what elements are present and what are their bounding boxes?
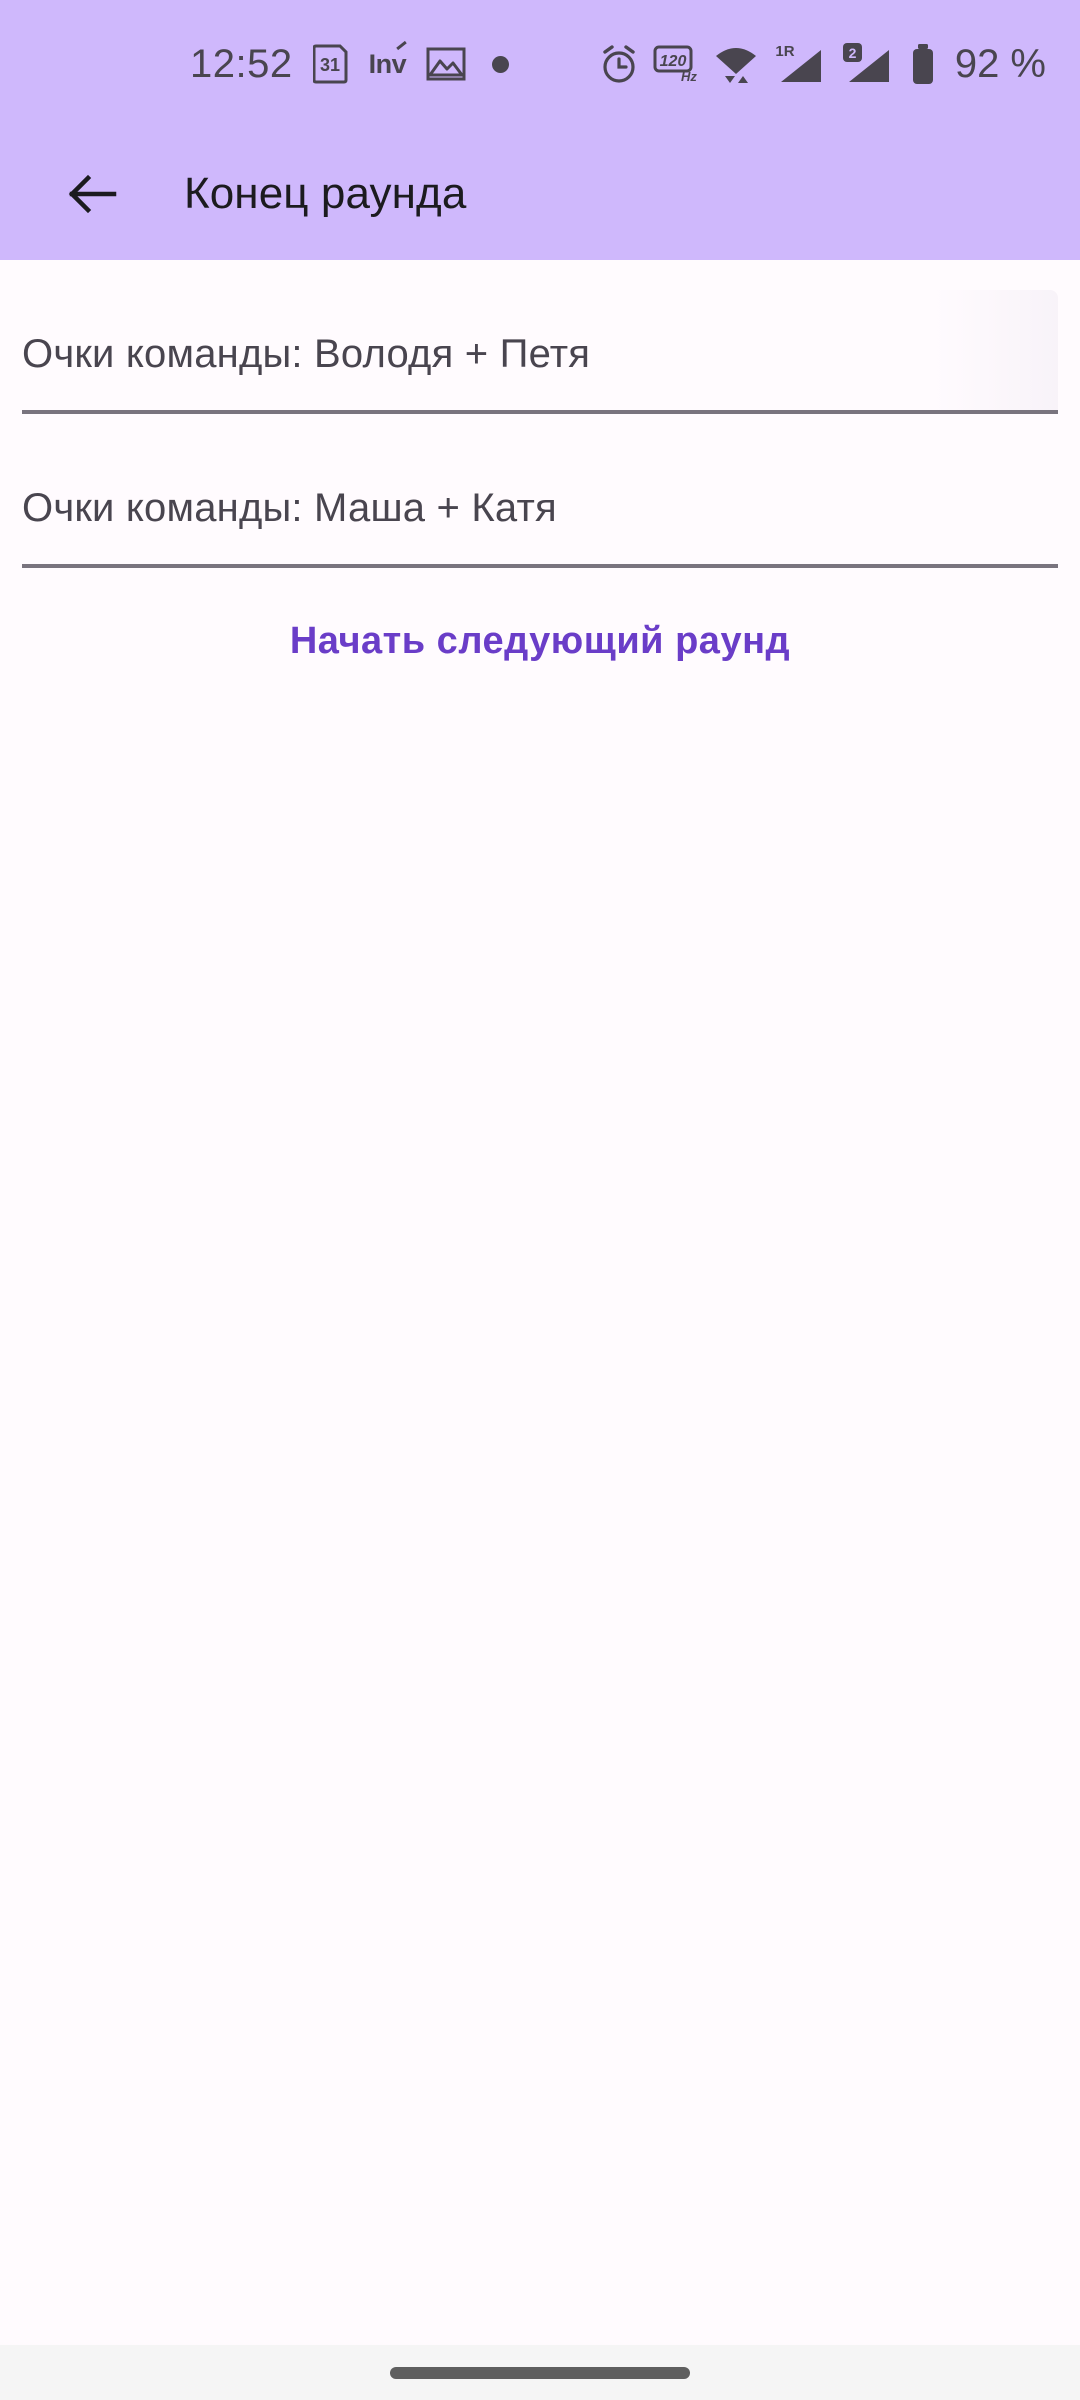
- status-bar-left: 12:52 31 Inv: [30, 44, 515, 84]
- svg-text:1R: 1R: [775, 43, 794, 60]
- back-button[interactable]: [44, 146, 140, 242]
- gesture-home-pill[interactable]: [390, 2366, 690, 2379]
- cellular-signal-1-icon: 1R: [773, 42, 827, 86]
- calendar-31-icon: 31: [312, 44, 349, 84]
- app-bar: Конец раунда: [0, 128, 1080, 260]
- wifi-icon: [713, 43, 759, 85]
- main-content: Очки команды: Володя + Петя Очки команды…: [0, 260, 1080, 2345]
- start-next-round-button[interactable]: Начать следующий раунд: [266, 598, 814, 685]
- invision-app-icon: Inv: [368, 48, 407, 79]
- status-bar: 12:52 31 Inv 120 Hz 1R 2 92 %: [0, 0, 1080, 128]
- arrow-left-icon: [64, 166, 120, 222]
- alarm-clock-icon: [599, 43, 639, 85]
- score-field-team-2[interactable]: Очки команды: Маша + Катя: [22, 444, 1058, 568]
- status-bar-clock: 12:52: [190, 42, 293, 86]
- score-field-team-1-underline: [22, 410, 1058, 414]
- status-bar-right: 120 Hz 1R 2 92 %: [599, 42, 1046, 86]
- page-title: Конец раунда: [184, 169, 467, 218]
- spacer-top: [0, 260, 1080, 290]
- svg-text:2: 2: [848, 45, 856, 61]
- image-icon: [426, 47, 466, 81]
- svg-text:Hz: Hz: [681, 69, 697, 84]
- svg-text:120: 120: [659, 53, 686, 70]
- battery-icon: [909, 42, 937, 86]
- svg-text:31: 31: [320, 55, 340, 75]
- score-field-team-1-label: Очки команды: Володя + Петя: [22, 332, 591, 376]
- score-field-team-2-label: Очки команды: Маша + Катя: [22, 486, 557, 530]
- refresh-rate-120hz-icon: 120 Hz: [653, 43, 699, 85]
- spacer-between-fields: [0, 414, 1080, 444]
- score-field-team-1[interactable]: Очки команды: Володя + Петя: [22, 290, 1058, 414]
- cellular-signal-2-icon: 2: [841, 42, 895, 86]
- system-navigation-bar: [0, 2345, 1080, 2400]
- score-field-team-2-underline: [22, 564, 1058, 568]
- battery-percentage-label: 92 %: [954, 42, 1046, 86]
- notification-dot-icon: [492, 55, 510, 73]
